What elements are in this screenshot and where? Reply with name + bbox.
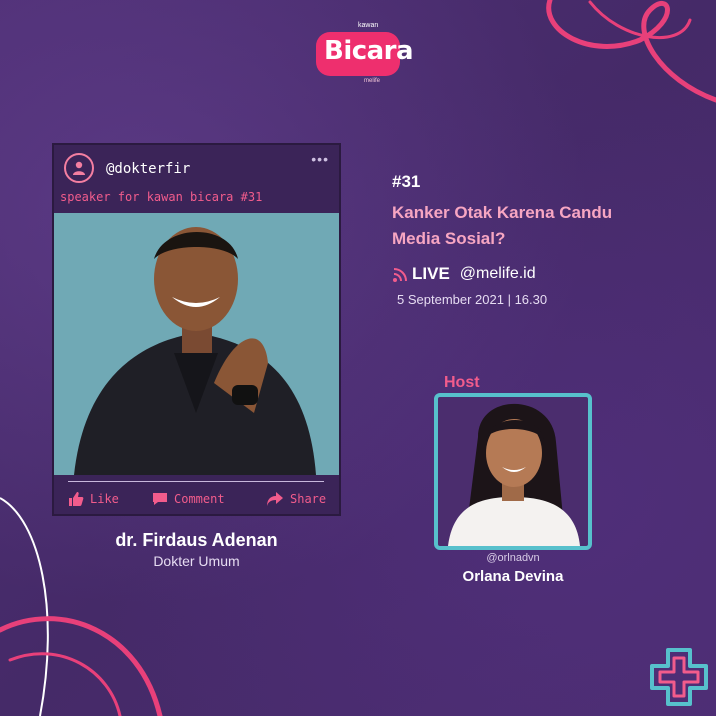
post-handle: @dokterfir [106, 161, 191, 177]
divider [68, 481, 324, 482]
speaker-name: dr. Firdaus Adenan [115, 530, 278, 550]
episode-title-line2: Media Sosial? [392, 229, 506, 248]
user-icon [64, 153, 94, 183]
speaker-photo [54, 213, 339, 475]
comment-label: Comment [174, 492, 225, 506]
post-actions: Like Comment Share [54, 491, 339, 511]
like-button[interactable]: Like [68, 491, 119, 507]
share-icon [267, 492, 283, 506]
comment-icon [153, 493, 167, 505]
post-caption: speaker for kawan bicara #31 [60, 190, 263, 204]
episode-number: #31 [392, 172, 421, 191]
comment-button[interactable]: Comment [152, 491, 225, 507]
event-datetime: 5 September 2021 | 16.30 [397, 292, 548, 307]
more-dots-icon[interactable]: ••• [311, 151, 329, 167]
thumbs-up-icon [69, 492, 84, 506]
share-button[interactable]: Share [266, 491, 326, 507]
host-photo [434, 393, 592, 550]
share-label: Share [290, 492, 327, 506]
broadcast-icon [393, 268, 407, 282]
post-header: @dokterfir ••• [54, 145, 339, 191]
speaker-role: Dokter Umum [153, 553, 240, 569]
host-name: Orlana Devina [462, 568, 564, 585]
bicara-logo: kawan Bicara melife [316, 22, 414, 84]
episode-title: Kanker Otak Karena Candu Media Sosial? [392, 200, 692, 252]
plus-logo-icon [650, 648, 708, 706]
episode-title-line1: Kanker Otak Karena Candu [392, 203, 613, 222]
live-label: LIVE [412, 264, 450, 283]
host-handle: @orlnadvn [486, 552, 540, 564]
live-account: @melife.id [459, 265, 536, 282]
decor-swirl-top-right [546, 0, 716, 103]
live-row: LIVE @melife.id [392, 264, 536, 284]
like-label: Like [90, 492, 119, 506]
social-post-card: @dokterfir ••• speaker for kawan bicara … [52, 143, 341, 516]
host-label: Host [444, 374, 480, 391]
logo-text: Bicara [324, 36, 414, 66]
